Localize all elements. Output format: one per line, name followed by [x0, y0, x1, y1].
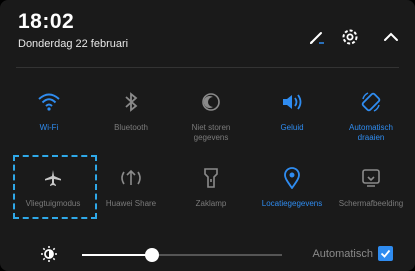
screenshot-toggle[interactable]: Schermafbeelding: [335, 163, 407, 209]
brightness-slider-fill: [82, 254, 152, 256]
huawei-share-toggle[interactable]: Huawei Share: [95, 163, 167, 209]
auto-brightness-label: Automatisch: [312, 248, 373, 260]
bluetooth-icon: [116, 87, 146, 117]
auto-rotate-label: Automatisch draaien: [348, 123, 394, 142]
sound-label: Geluid: [280, 123, 304, 132]
flashlight-toggle[interactable]: Zaklamp: [175, 163, 247, 209]
screenshot-label: Schermafbeelding: [338, 199, 404, 208]
gear-icon[interactable]: [339, 26, 361, 48]
bluetooth-toggle[interactable]: Bluetooth: [95, 87, 167, 133]
auto-brightness-checkbox[interactable]: [378, 246, 393, 261]
wifi-label: Wi-Fi: [39, 123, 59, 132]
wifi-toggle[interactable]: Wi-Fi: [13, 87, 85, 133]
auto-rotate-icon: [356, 87, 386, 117]
do-not-disturb-icon: [196, 87, 226, 117]
date-label: Donderdag 22 februari: [18, 38, 129, 50]
do-not-disturb-toggle[interactable]: Niet storen gegevens: [175, 87, 247, 143]
airplane-mode-highlight: [13, 155, 97, 219]
do-not-disturb-label: Niet storen gegevens: [191, 123, 231, 142]
chevron-up-icon[interactable]: [380, 26, 402, 48]
sound-icon: [277, 87, 307, 117]
auto-rotate-toggle[interactable]: Automatisch draaien: [335, 87, 407, 143]
clock-time: 18:02: [18, 10, 75, 33]
location-label: Locatiegegevens: [261, 199, 323, 208]
huawei-share-icon: [116, 163, 146, 193]
huawei-share-label: Huawei Share: [105, 199, 157, 208]
brightness-slider[interactable]: [82, 248, 282, 262]
quick-settings-panel: 18:02 Donderdag 22 februari Wi-Fi Blueto…: [0, 0, 415, 271]
wifi-icon: [34, 87, 64, 117]
brightness-icon: [40, 245, 58, 263]
brightness-slider-thumb[interactable]: [145, 248, 159, 262]
location-icon: [277, 163, 307, 193]
edit-icon[interactable]: [306, 26, 328, 48]
screenshot-icon: [356, 163, 386, 193]
sound-toggle[interactable]: Geluid: [256, 87, 328, 133]
bluetooth-label: Bluetooth: [114, 123, 148, 132]
header-divider: [16, 67, 399, 68]
flashlight-label: Zaklamp: [195, 199, 227, 208]
flashlight-icon: [196, 163, 226, 193]
location-toggle[interactable]: Locatiegegevens: [256, 163, 328, 209]
